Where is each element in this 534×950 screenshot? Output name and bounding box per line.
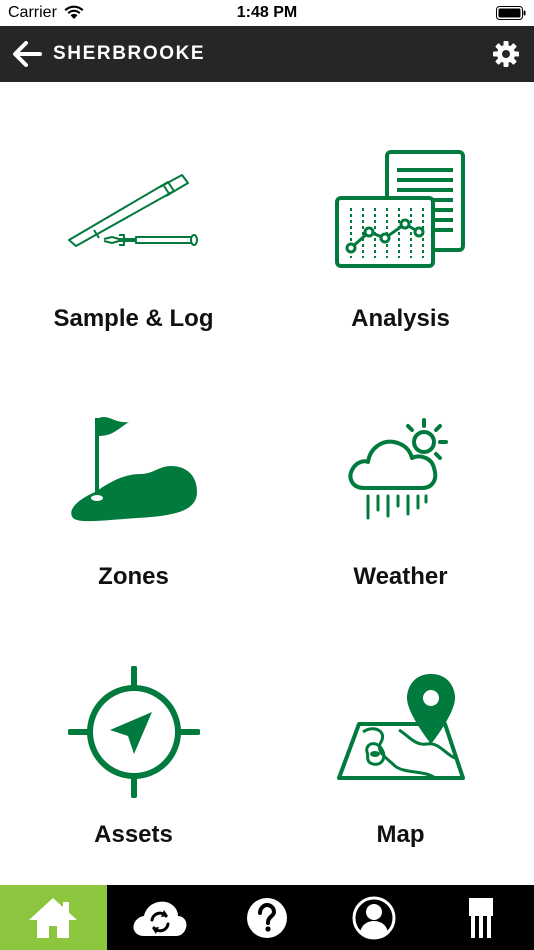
tile-label: Analysis [351, 305, 450, 332]
user-icon [352, 896, 396, 939]
status-bar: Carrier 1:48 PM [0, 0, 534, 26]
tile-label: Zones [98, 563, 169, 590]
help-icon [246, 897, 287, 938]
tile-zones[interactable]: Zones [0, 340, 267, 598]
tile-label: Map [376, 821, 425, 848]
sensor-probe-icon [468, 897, 493, 938]
home-icon [29, 897, 78, 938]
tile-label: Assets [94, 821, 173, 848]
gear-icon[interactable] [492, 40, 520, 68]
tile-analysis[interactable]: Analysis [267, 82, 534, 340]
tab-sync[interactable] [107, 885, 214, 950]
page-title: SHERBROOKE [53, 43, 206, 64]
golf-green-flag-icon [0, 414, 267, 522]
probe-meter-icon [0, 170, 267, 250]
tile-weather[interactable]: Weather [267, 340, 534, 598]
tile-map[interactable]: Map [267, 598, 534, 856]
tile-label: Sample & Log [53, 305, 214, 332]
tile-label: Weather [353, 563, 448, 590]
tile-assets[interactable]: Assets [0, 598, 267, 856]
battery-icon [496, 6, 526, 20]
cloud-sync-icon [133, 901, 187, 936]
arrow-left-icon[interactable] [12, 38, 44, 70]
tab-sensor[interactable] [427, 885, 534, 950]
map-pin-icon [267, 674, 534, 786]
status-time: 1:48 PM [236, 4, 298, 21]
tab-profile[interactable] [320, 885, 427, 950]
nav-bar: SHERBROOKE [0, 26, 534, 82]
menu-grid: Sample & Log Analysis Zones Weather Asse… [0, 82, 534, 885]
tab-home[interactable] [0, 885, 107, 950]
tile-sample-log[interactable]: Sample & Log [0, 82, 267, 340]
report-chart-icon [267, 150, 534, 270]
tab-help[interactable] [214, 885, 321, 950]
compass-crosshair-icon [0, 666, 267, 798]
cloud-sun-rain-icon [267, 418, 534, 520]
tab-bar [0, 885, 534, 950]
